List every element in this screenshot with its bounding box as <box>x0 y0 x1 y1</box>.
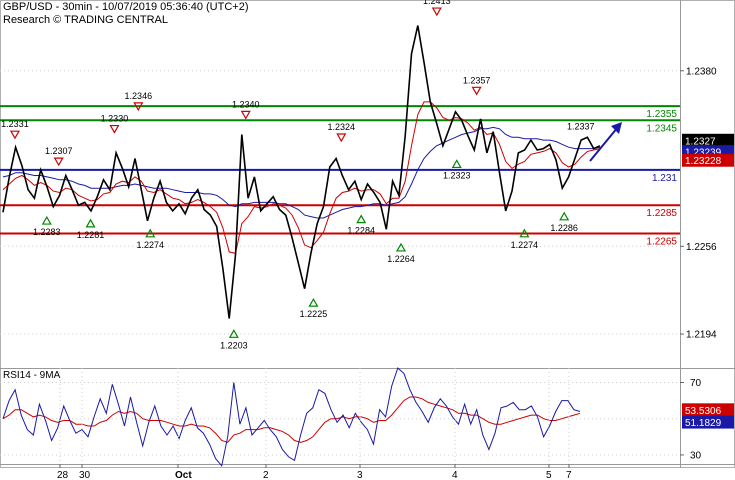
trough-marker <box>308 297 319 307</box>
time-tick-label: 4 <box>452 470 458 480</box>
peak-label: 1.2330 <box>101 114 129 124</box>
time-tick-label: 28 <box>57 470 69 480</box>
trough-marker <box>451 159 462 169</box>
trough-label: 1.2274 <box>511 240 539 250</box>
time-tick-label: 5 <box>546 470 552 480</box>
trough-label: 1.2283 <box>33 227 61 237</box>
peak-marker <box>471 86 482 96</box>
peak-label: 1.2413 <box>423 0 451 6</box>
peak-label: 1.2340 <box>232 99 260 109</box>
price-tick-label: 1.2194 <box>686 330 717 341</box>
level-label: 1.231 <box>652 173 677 184</box>
peak-marker <box>336 133 347 143</box>
level-label: 1.2345 <box>646 123 677 134</box>
peak-label: 1.2346 <box>125 91 153 101</box>
trough-label: 1.2286 <box>550 223 578 233</box>
trough-marker <box>41 215 52 225</box>
trough-label: 1.2203 <box>220 340 248 350</box>
price-tick-label: 1.2256 <box>686 242 717 253</box>
peak-marker <box>431 7 442 17</box>
trough-label: 1.2264 <box>387 254 415 264</box>
level-label: 1.2355 <box>646 109 677 120</box>
peak-marker <box>109 124 120 134</box>
peak-marker <box>240 110 251 120</box>
chart-svg: 1.2380 1.2256 1.2194 1.2355 1.2345 1.231 1.228… <box>0 0 735 480</box>
rsi-tick-label: 30 <box>690 450 702 461</box>
rsi-tick-label: 70 <box>690 378 702 389</box>
rsi-ma-line <box>2 396 581 443</box>
price-line <box>2 25 601 319</box>
trough-label: 1.2281 <box>77 230 105 240</box>
trough-label: 1.2323 <box>443 170 471 180</box>
time-tick-label: 3 <box>357 470 363 480</box>
rsi-title: RSI14 - 9MA <box>3 370 61 381</box>
trough-marker <box>395 242 407 252</box>
peak-marker <box>9 130 20 140</box>
trough-label: 1.2274 <box>136 240 164 250</box>
level-label: 1.2285 <box>646 208 677 219</box>
time-tick-label: 2 <box>263 470 269 480</box>
trough-marker <box>559 211 570 221</box>
level-label: 1.2265 <box>646 237 677 248</box>
peak-label: 1.2331 <box>1 119 29 129</box>
time-tick-label: Oct <box>175 470 192 480</box>
price-tick-label: 1.2380 <box>686 66 717 77</box>
peak-marker <box>53 157 64 167</box>
peak-label: 1.2324 <box>328 122 356 132</box>
peak-label: 1.2357 <box>463 75 491 85</box>
time-tick-label: 7 <box>566 470 572 480</box>
trough-marker <box>85 218 96 228</box>
rsi-tag-label: 53.5306 <box>685 406 722 417</box>
time-tick-label: 30 <box>79 470 91 480</box>
projection-arrow-shaft <box>589 126 619 162</box>
trough-marker <box>356 214 367 224</box>
peak-label: 1.2307 <box>45 146 73 156</box>
rsi-line <box>2 367 581 467</box>
rsi-tag-label: 51.1829 <box>685 418 722 429</box>
annotation-label: 1.2337 <box>567 122 595 132</box>
trough-label: 1.2284 <box>347 226 375 236</box>
trough-label: 1.2225 <box>300 309 328 319</box>
price-tag-label: 1.23228 <box>685 156 722 167</box>
